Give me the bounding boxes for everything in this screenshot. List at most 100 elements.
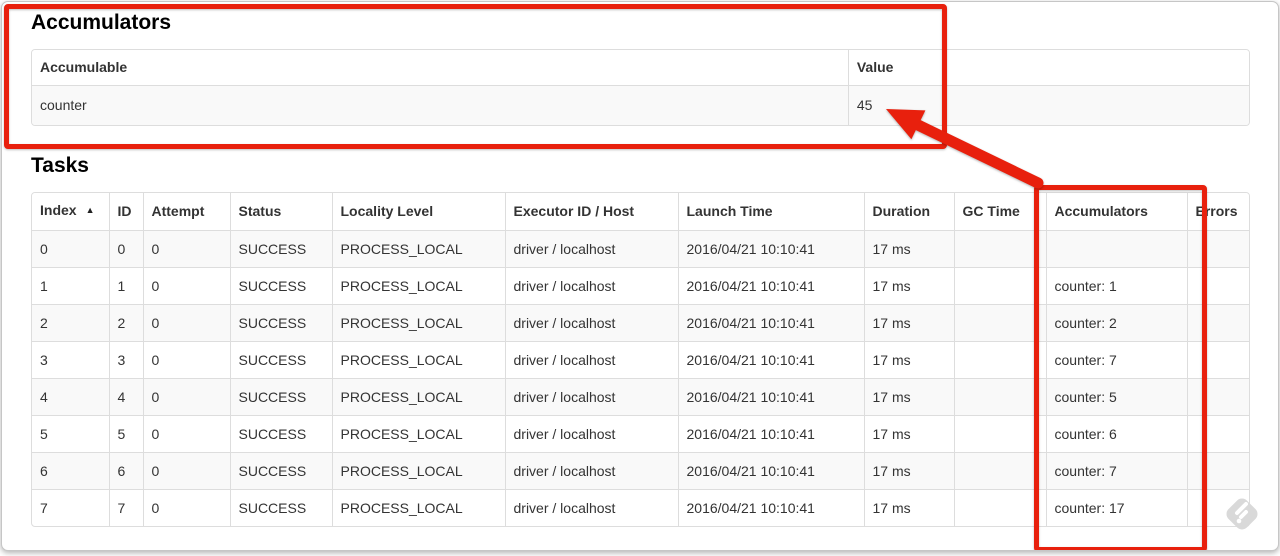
table-row: 5 5 0 SUCCESS PROCESS_LOCAL driver / localhos… xyxy=(32,415,1249,453)
cell-locality-level: PROCESS_LOCAL xyxy=(331,452,505,490)
cell-errors xyxy=(1186,489,1249,526)
column-header-locality-level[interactable]: Locality Level xyxy=(331,193,505,231)
cell-accumulators: counter: 6 xyxy=(1045,415,1187,453)
cell-launch-time: 2016/04/21 10:10:41 xyxy=(677,341,864,379)
column-header-id[interactable]: ID xyxy=(108,193,143,231)
column-header-launch-time[interactable]: Launch Time xyxy=(677,193,864,231)
cell-launch-time: 2016/04/21 10:10:41 xyxy=(677,489,864,526)
cell-locality-level: PROCESS_LOCAL xyxy=(331,267,505,305)
tasks-table: Index ▲ ID Attempt Status Locality Level … xyxy=(32,193,1249,526)
cell-accumulators: counter: 5 xyxy=(1045,378,1187,416)
column-header-executor-id-host[interactable]: Executor ID / Host xyxy=(504,193,678,231)
cell-duration: 17 ms xyxy=(863,304,954,342)
cell-locality-level: PROCESS_LOCAL xyxy=(331,489,505,526)
table-row: 1 1 0 SUCCESS PROCESS_LOCAL driver / localhos… xyxy=(32,267,1249,305)
column-header-accumulable: Accumulable xyxy=(32,50,849,86)
cell-accumulators xyxy=(1045,230,1187,268)
cell-index: 3 xyxy=(32,341,109,379)
cell-duration: 17 ms xyxy=(863,341,954,379)
cell-launch-time: 2016/04/21 10:10:41 xyxy=(677,378,864,416)
cell-attempt: 0 xyxy=(142,341,230,379)
cell-index: 5 xyxy=(32,415,109,453)
cell-launch-time: 2016/04/21 10:10:41 xyxy=(677,415,864,453)
cell-launch-time: 2016/04/21 10:10:41 xyxy=(677,452,864,490)
cell-locality-level: PROCESS_LOCAL xyxy=(331,341,505,379)
cell-status: SUCCESS xyxy=(229,452,332,490)
tasks-table-panel: Index ▲ ID Attempt Status Locality Level … xyxy=(31,192,1250,527)
table-row: counter 45 xyxy=(32,85,1249,125)
cell-accumulators: counter: 1 xyxy=(1045,267,1187,305)
cell-index: 0 xyxy=(32,230,109,268)
cell-attempt: 0 xyxy=(142,267,230,305)
tasks-table-body: 0 0 0 SUCCESS PROCESS_LOCAL driver / localhos… xyxy=(32,230,1249,526)
cell-status: SUCCESS xyxy=(229,230,332,268)
cell-status: SUCCESS xyxy=(229,489,332,526)
cell-executor-id-host: driver / localhost xyxy=(504,230,678,268)
column-header-index[interactable]: Index ▲ xyxy=(32,193,109,231)
accumulators-table-body: counter 45 xyxy=(32,85,1249,125)
cell-errors xyxy=(1186,341,1249,379)
cell-status: SUCCESS xyxy=(229,415,332,453)
cell-status: SUCCESS xyxy=(229,341,332,379)
cell-duration: 17 ms xyxy=(863,415,954,453)
column-header-status[interactable]: Status xyxy=(229,193,332,231)
cell-index: 2 xyxy=(32,304,109,342)
cell-errors xyxy=(1186,230,1249,268)
table-row: 4 4 0 SUCCESS PROCESS_LOCAL driver / localhos… xyxy=(32,378,1249,416)
table-row: 2 2 0 SUCCESS PROCESS_LOCAL driver / localhos… xyxy=(32,304,1249,342)
accumulators-header-row: Accumulable Value xyxy=(32,50,1249,86)
cell-status: SUCCESS xyxy=(229,304,332,342)
cell-gc-time xyxy=(953,304,1046,342)
cell-gc-time xyxy=(953,378,1046,416)
spark-stage-page: Accumulators Accumulable Value counter 45 xyxy=(1,1,1279,551)
cell-attempt: 0 xyxy=(142,230,230,268)
column-header-errors[interactable]: Errors xyxy=(1186,193,1249,231)
cell-id: 4 xyxy=(108,378,143,416)
tasks-header-row: Index ▲ ID Attempt Status Locality Level … xyxy=(32,193,1249,231)
cell-id: 1 xyxy=(108,267,143,305)
table-row: 7 7 0 SUCCESS PROCESS_LOCAL driver / localhos… xyxy=(32,489,1249,526)
cell-id: 2 xyxy=(108,304,143,342)
cell-duration: 17 ms xyxy=(863,489,954,526)
cell-attempt: 0 xyxy=(142,304,230,342)
column-header-value: Value xyxy=(847,50,1249,86)
cell-errors xyxy=(1186,378,1249,416)
cell-id: 5 xyxy=(108,415,143,453)
cell-executor-id-host: driver / localhost xyxy=(504,378,678,416)
cell-index: 4 xyxy=(32,378,109,416)
cell-executor-id-host: driver / localhost xyxy=(504,489,678,526)
cell-accumulators: counter: 7 xyxy=(1045,452,1187,490)
column-header-duration[interactable]: Duration xyxy=(863,193,954,231)
cell-gc-time xyxy=(953,415,1046,453)
cell-duration: 17 ms xyxy=(863,230,954,268)
cell-errors xyxy=(1186,415,1249,453)
cell-executor-id-host: driver / localhost xyxy=(504,452,678,490)
column-header-gc-time[interactable]: GC Time xyxy=(953,193,1046,231)
cell-executor-id-host: driver / localhost xyxy=(504,341,678,379)
cell-id: 6 xyxy=(108,452,143,490)
cell-accumulators: counter: 17 xyxy=(1045,489,1187,526)
cell-id: 0 xyxy=(108,230,143,268)
cell-errors xyxy=(1186,304,1249,342)
cell-executor-id-host: driver / localhost xyxy=(504,267,678,305)
cell-status: SUCCESS xyxy=(229,378,332,416)
page: Accumulators Accumulable Value counter 45 xyxy=(0,0,1280,556)
cell-locality-level: PROCESS_LOCAL xyxy=(331,378,505,416)
cell-duration: 17 ms xyxy=(863,378,954,416)
cell-attempt: 0 xyxy=(142,378,230,416)
accumulators-table: Accumulable Value counter 45 xyxy=(32,50,1249,125)
cell-attempt: 0 xyxy=(142,452,230,490)
column-header-accumulators[interactable]: Accumulators xyxy=(1045,193,1187,231)
cell-id: 3 xyxy=(108,341,143,379)
cell-executor-id-host: driver / localhost xyxy=(504,304,678,342)
column-header-attempt[interactable]: Attempt xyxy=(142,193,230,231)
cell-gc-time xyxy=(953,341,1046,379)
cell-gc-time xyxy=(953,267,1046,305)
sort-ascending-icon: ▲ xyxy=(85,205,95,215)
accumulators-table-panel: Accumulable Value counter 45 xyxy=(31,49,1250,126)
page-content: Accumulators Accumulable Value counter 45 xyxy=(2,2,1278,527)
cell-gc-time xyxy=(953,489,1046,526)
cell-locality-level: PROCESS_LOCAL xyxy=(331,230,505,268)
cell-value: 45 xyxy=(847,85,1249,125)
cell-executor-id-host: driver / localhost xyxy=(504,415,678,453)
